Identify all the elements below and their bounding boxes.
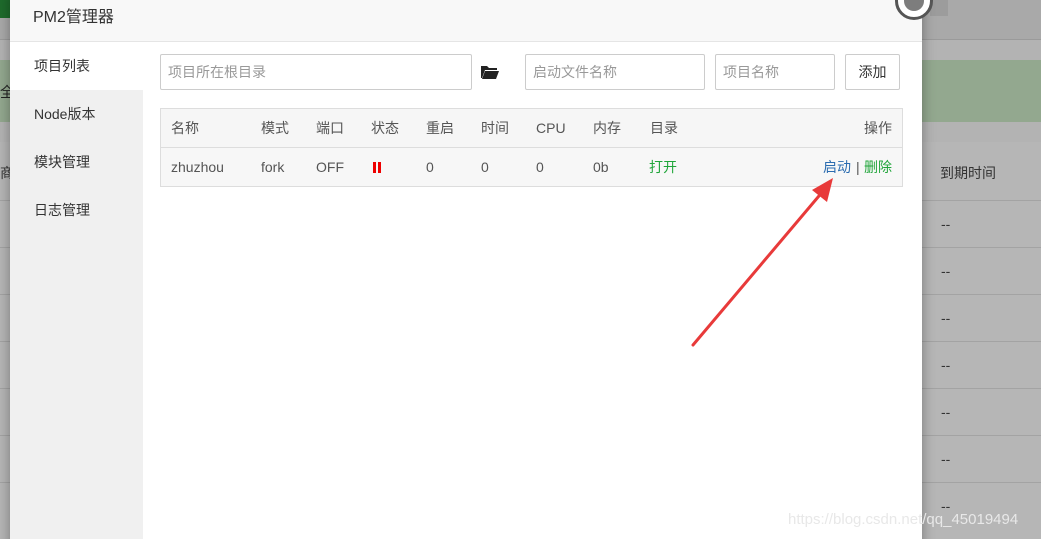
delete-link[interactable]: 删除	[864, 148, 892, 186]
background-cell-dash: --	[941, 357, 951, 373]
side-nav-item-log-management[interactable]: 日志管理	[10, 186, 143, 234]
cell-name: zhuzhou	[171, 159, 224, 175]
header-name: 名称	[171, 120, 199, 136]
header-status: 状态	[371, 120, 399, 136]
header-dir: 目录	[650, 120, 678, 136]
cell-mode: fork	[261, 159, 285, 175]
side-nav-item-node-version[interactable]: Node版本	[10, 90, 143, 138]
header-port: 端口	[316, 120, 344, 136]
header-restart: 重启	[426, 120, 454, 136]
background-cell-dash: --	[941, 263, 951, 279]
project-table: 名称 模式 端口 状态 重启 时间 CPU 内存 目录 操作 zhuzhou f…	[160, 108, 903, 187]
background-logo-corner	[0, 0, 10, 18]
header-time: 时间	[481, 120, 509, 136]
start-link[interactable]: 启动	[823, 148, 851, 186]
background-cell-dash: --	[941, 310, 951, 326]
header-memory: 内存	[593, 120, 621, 136]
root-dir-input[interactable]	[160, 54, 472, 90]
cell-memory: 0b	[593, 159, 609, 175]
start-file-input[interactable]	[525, 54, 705, 90]
cell-port: OFF	[316, 159, 344, 175]
background-cell-dash: --	[941, 451, 951, 467]
folder-open-icon[interactable]	[480, 62, 500, 82]
pause-icon[interactable]	[373, 162, 382, 173]
side-nav: 项目列表 Node版本 模块管理 日志管理	[10, 42, 143, 539]
background-cell-dash: --	[941, 404, 951, 420]
cell-restart: 0	[426, 159, 434, 175]
cell-cpu: 0	[536, 159, 544, 175]
action-separator: |	[856, 159, 860, 175]
table-header: 名称 模式 端口 状态 重启 时间 CPU 内存 目录 操作	[161, 109, 902, 148]
background-cell-dash: --	[941, 216, 951, 232]
cell-time: 0	[481, 159, 489, 175]
background-header-left-text: 商	[0, 165, 10, 181]
background-notice-text: 全	[0, 84, 10, 100]
dialog-title: PM2管理器	[10, 0, 922, 42]
side-nav-item-module-management[interactable]: 模块管理	[10, 138, 143, 186]
project-name-input[interactable]	[715, 54, 835, 90]
background-header-expiry: 到期时间	[940, 165, 996, 181]
add-project-button[interactable]: 添加	[845, 54, 900, 90]
header-cpu: CPU	[536, 120, 566, 136]
side-nav-item-project-list[interactable]: 项目列表	[10, 42, 143, 90]
header-actions: 操作	[864, 120, 892, 136]
header-mode: 模式	[261, 120, 289, 136]
table-row: zhuzhou fork OFF 0 0 0 0b 打开 启动 | 删除	[161, 148, 902, 186]
pm2-manager-dialog: PM2管理器 项目列表 Node版本 模块管理 日志管理 添加	[10, 0, 922, 539]
open-dir-link[interactable]: 打开	[649, 148, 677, 186]
watermark: https://blog.csdn.net/qq_45019494	[788, 511, 1019, 528]
